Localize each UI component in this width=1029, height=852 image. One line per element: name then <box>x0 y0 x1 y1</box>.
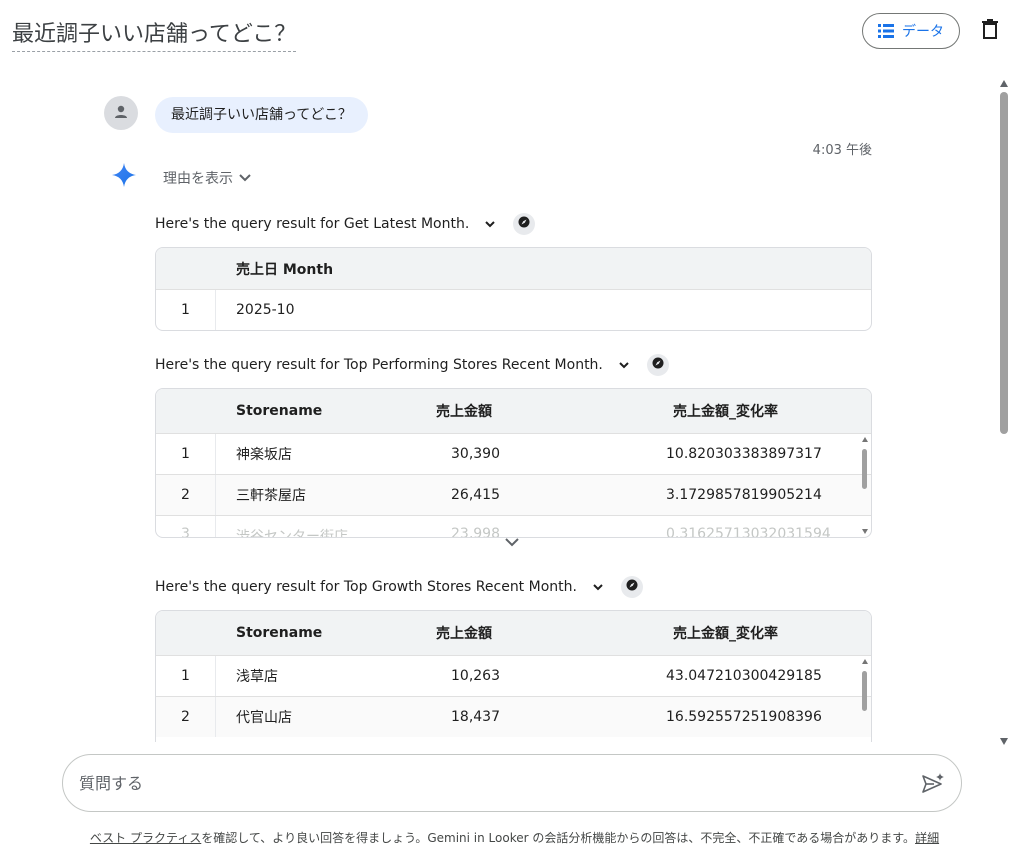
chevron-down-icon[interactable] <box>505 532 523 547</box>
table-cell: 渋谷センター街店 <box>236 529 348 538</box>
table-row: 1 神楽坂店 30,390 10.820303383897317 <box>156 433 871 474</box>
table-cell: 43.047210300429185 <box>666 668 822 684</box>
table-cell: 23,998 <box>451 526 500 538</box>
column-header-storename: Storename <box>236 403 323 419</box>
question-input[interactable] <box>79 769 899 797</box>
table-cell: 代官山店 <box>236 710 292 726</box>
delete-button[interactable] <box>977 18 1003 44</box>
trash-icon <box>982 19 998 43</box>
row-index: 1 <box>181 446 190 462</box>
table-cell: 3.1729857819905214 <box>666 487 822 503</box>
data-button-label: データ <box>902 24 944 40</box>
send-sparkle-icon <box>921 773 945 800</box>
footer-disclaimer: ベスト プラクティスを確認して、より良い回答を得ましょう。Gemini in L… <box>0 829 1029 846</box>
person-icon <box>114 104 128 123</box>
table-scrollbar[interactable] <box>861 435 869 537</box>
column-header: 売上日 Month <box>236 261 334 278</box>
row-index: 3 <box>181 526 190 538</box>
query-caption-text: Here's the query result for Top Performi… <box>155 357 603 373</box>
query-caption-top-growth: Here's the query result for Top Growth S… <box>155 576 643 598</box>
column-header-storename: Storename <box>236 625 323 641</box>
compass-icon <box>626 579 638 595</box>
best-practices-link[interactable]: ベスト プラクティス <box>90 831 201 845</box>
table-cell: 浅草店 <box>236 669 278 685</box>
table-row: 2 三軒茶屋店 26,415 3.1729857819905214 <box>156 474 871 515</box>
table-cell: 26,415 <box>451 487 500 503</box>
explore-button[interactable] <box>513 213 536 235</box>
expand-query-button[interactable] <box>481 215 499 233</box>
details-link[interactable]: 詳細 <box>915 831 939 845</box>
scroll-up-arrow[interactable] <box>1000 80 1008 87</box>
question-input-box <box>62 754 962 812</box>
query-caption-text: Here's the query result for Get Latest M… <box>155 216 470 232</box>
result-table-top-performing: Storename 売上金額 売上金額_変化率 1 神楽坂店 30,390 10… <box>155 388 872 538</box>
column-header-sales: 売上金額 <box>436 626 492 642</box>
table-cell: 神楽坂店 <box>236 447 292 463</box>
table-cell: 18,437 <box>451 709 500 725</box>
message-timestamp: 4:03 午後 <box>812 143 872 158</box>
chat-area: 最近調子いい店舗ってどこ？ 4:03 午後 理由を表示 Here's the q… <box>0 70 1000 742</box>
data-button[interactable]: データ <box>862 13 960 49</box>
row-index: 1 <box>181 668 190 684</box>
query-caption-text: Here's the query result for Top Growth S… <box>155 579 577 595</box>
table-cell: 0.31625713032031594 <box>666 526 831 538</box>
page-title[interactable]: 最近調子いい店舗ってどこ？ <box>12 16 297 52</box>
show-reason-toggle[interactable]: 理由を表示 <box>163 168 251 188</box>
table-header: 売上日 Month <box>156 248 871 289</box>
chevron-down-icon <box>593 579 603 595</box>
table-row: 2 代官山店 18,437 16.592557251908396 <box>156 696 871 737</box>
row-index: 1 <box>181 302 190 318</box>
column-header-change-rate: 売上金額_変化率 <box>673 626 778 642</box>
table-header: Storename 売上金額 売上金額_変化率 <box>156 389 871 433</box>
scroll-down-arrow[interactable] <box>1000 738 1008 745</box>
show-reason-label: 理由を表示 <box>163 171 233 187</box>
chevron-down-icon <box>239 170 251 186</box>
chat-scrollbar[interactable] <box>998 78 1010 746</box>
compass-icon <box>518 216 530 232</box>
explore-button[interactable] <box>620 576 643 598</box>
footer-text: を確認して、より良い回答を得ましょう。Gemini in Looker の会話分… <box>201 831 916 845</box>
user-message: 最近調子いい店舗ってどこ？ <box>155 97 368 133</box>
header: 最近調子いい店舗ってどこ？ データ <box>0 0 1029 64</box>
column-header-change-rate: 売上金額_変化率 <box>673 404 778 420</box>
table-row: 1 2025-10 <box>156 289 871 330</box>
query-caption-top-performing: Here's the query result for Top Performi… <box>155 354 669 376</box>
avatar <box>104 96 138 130</box>
column-header-sales: 売上金額 <box>436 404 492 420</box>
query-caption-latest-month: Here's the query result for Get Latest M… <box>155 213 536 235</box>
table-cell: 30,390 <box>451 446 500 462</box>
result-table-latest-month: 売上日 Month 1 2025-10 <box>155 247 872 331</box>
table-header: Storename 売上金額 売上金額_変化率 <box>156 611 871 655</box>
table-row: 1 浅草店 10,263 43.047210300429185 <box>156 655 871 696</box>
explore-button[interactable] <box>646 354 669 376</box>
result-table-top-growth: Storename 売上金額 売上金額_変化率 1 浅草店 10,263 43.… <box>155 610 872 742</box>
expand-query-button[interactable] <box>615 356 633 374</box>
table-cell: 10,263 <box>451 668 500 684</box>
table-cell: 三軒茶屋店 <box>236 488 306 504</box>
row-index: 2 <box>181 709 190 725</box>
chevron-down-icon <box>485 216 496 232</box>
expand-query-button[interactable] <box>589 578 607 596</box>
table-cell: 2025-10 <box>236 302 295 318</box>
chevron-down-icon <box>619 357 629 373</box>
gemini-sparkle-icon <box>111 162 137 188</box>
list-icon <box>878 24 894 38</box>
compass-icon <box>652 357 664 373</box>
send-button[interactable] <box>921 772 945 796</box>
table-scrollbar[interactable] <box>861 657 869 742</box>
table-cell: 16.592557251908396 <box>666 709 822 725</box>
scroll-thumb[interactable] <box>1000 92 1008 434</box>
row-index: 2 <box>181 487 190 503</box>
table-cell: 10.820303383897317 <box>666 446 822 462</box>
